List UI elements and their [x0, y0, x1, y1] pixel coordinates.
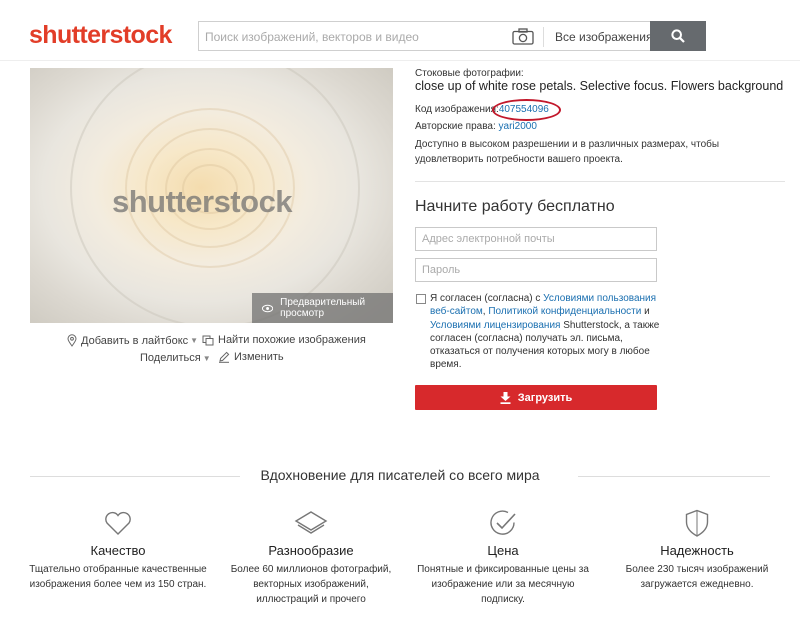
eye-icon — [262, 304, 274, 312]
checkmark-circle-icon — [490, 510, 516, 535]
share-link[interactable]: Поделиться ▼ — [140, 352, 211, 364]
upload-label: Загрузить — [517, 391, 573, 404]
signup-heading: Начните работу бесплатно — [415, 198, 615, 215]
copy-icon — [202, 335, 214, 345]
search-divider — [543, 27, 544, 47]
highlight-circle — [492, 99, 561, 121]
consent-text-part: и — [641, 306, 650, 318]
feature-description: Тщательно отобранные качественные изобра… — [29, 564, 207, 590]
feature-title: Надежность — [660, 543, 734, 558]
consent-text-part: Я согласен (согласна) с — [430, 293, 544, 304]
chevron-down-icon: ▼ — [202, 353, 211, 363]
email-field[interactable] — [415, 227, 657, 251]
upload-button[interactable]: Загрузить — [415, 385, 657, 410]
feature-title: Цена — [487, 543, 519, 558]
camera-icon[interactable] — [512, 28, 534, 45]
search-input[interactable] — [205, 26, 505, 48]
feature-price: Цена Понятные и фиксированные цены за из… — [413, 508, 593, 607]
author-link[interactable]: yari2000 — [499, 121, 537, 132]
pencil-icon — [219, 351, 230, 363]
map-pin-icon — [67, 334, 77, 347]
author-row: Авторские права: yari2000 — [415, 121, 537, 132]
feature-description: Более 230 тысяч изображений загружается … — [625, 564, 769, 590]
image-type-dropdown[interactable]: Все изображения▼ — [555, 30, 664, 44]
feature-title: Качество — [90, 543, 146, 558]
add-to-lightbox-link[interactable]: Добавить в лайтбокс ▼ — [67, 334, 198, 347]
chevron-down-icon: ▼ — [190, 336, 199, 345]
preview-button[interactable]: Предварительный просмотр — [252, 293, 393, 323]
consent-checkbox[interactable] — [416, 294, 426, 304]
find-similar-label: Найти похожие изображения — [218, 334, 366, 346]
stock-photo[interactable]: shutterstock Предварительный просмотр — [30, 68, 393, 323]
feature-description: Понятные и фиксированные цены за изображ… — [417, 564, 589, 605]
password-field[interactable] — [415, 258, 657, 282]
info-divider — [415, 181, 785, 182]
availability-text: Доступно в высоком разрешении и в различ… — [415, 139, 720, 165]
image-code-label: Код изображения: — [415, 104, 499, 115]
add-to-lightbox-label: Добавить в лайтбокс — [81, 334, 189, 347]
feature-description: Более 60 миллионов фотографий, векторных… — [230, 564, 392, 605]
edit-link[interactable]: Изменить — [218, 351, 284, 363]
consent-text: Я согласен (согласна) с Условиями пользо… — [430, 292, 660, 372]
edit-label: Изменить — [234, 351, 284, 363]
heart-icon — [105, 511, 131, 535]
features-title: Вдохновение для писателей со всего мира — [0, 467, 800, 483]
feature-title: Разнообразие — [268, 543, 354, 558]
shield-icon — [685, 509, 709, 537]
download-icon — [500, 391, 511, 404]
shutterstock-logo[interactable]: shutterstock — [29, 21, 172, 50]
share-label: Поделиться — [140, 352, 201, 364]
category-label: Стоковые фотографии: — [415, 68, 524, 79]
layers-icon — [294, 511, 328, 534]
find-similar-link[interactable]: Найти похожие изображения — [202, 334, 366, 346]
features-title-text: Вдохновение для писателей со всего мира — [246, 467, 554, 483]
preview-label: Предварительный просмотр — [280, 297, 366, 319]
author-label: Авторские права: — [415, 121, 496, 132]
image-type-label: Все изображения — [555, 30, 653, 44]
watermark: shutterstock — [112, 184, 293, 219]
header-divider — [0, 60, 800, 61]
search-bar: Все изображения▼ — [198, 21, 706, 51]
license-link[interactable]: Условиями лицензирования — [430, 320, 560, 331]
search-icon — [671, 29, 685, 43]
feature-quality: Качество Тщательно отобранные качественн… — [28, 508, 208, 592]
search-button[interactable] — [650, 21, 706, 51]
feature-variety: Разнообразие Более 60 миллионов фотограф… — [221, 508, 401, 607]
image-title: close up of white rose petals. Selective… — [415, 79, 784, 93]
privacy-link[interactable]: Политикой конфиденциальности — [488, 306, 641, 317]
feature-reliability: Надежность Более 230 тысяч изображений з… — [607, 508, 787, 592]
